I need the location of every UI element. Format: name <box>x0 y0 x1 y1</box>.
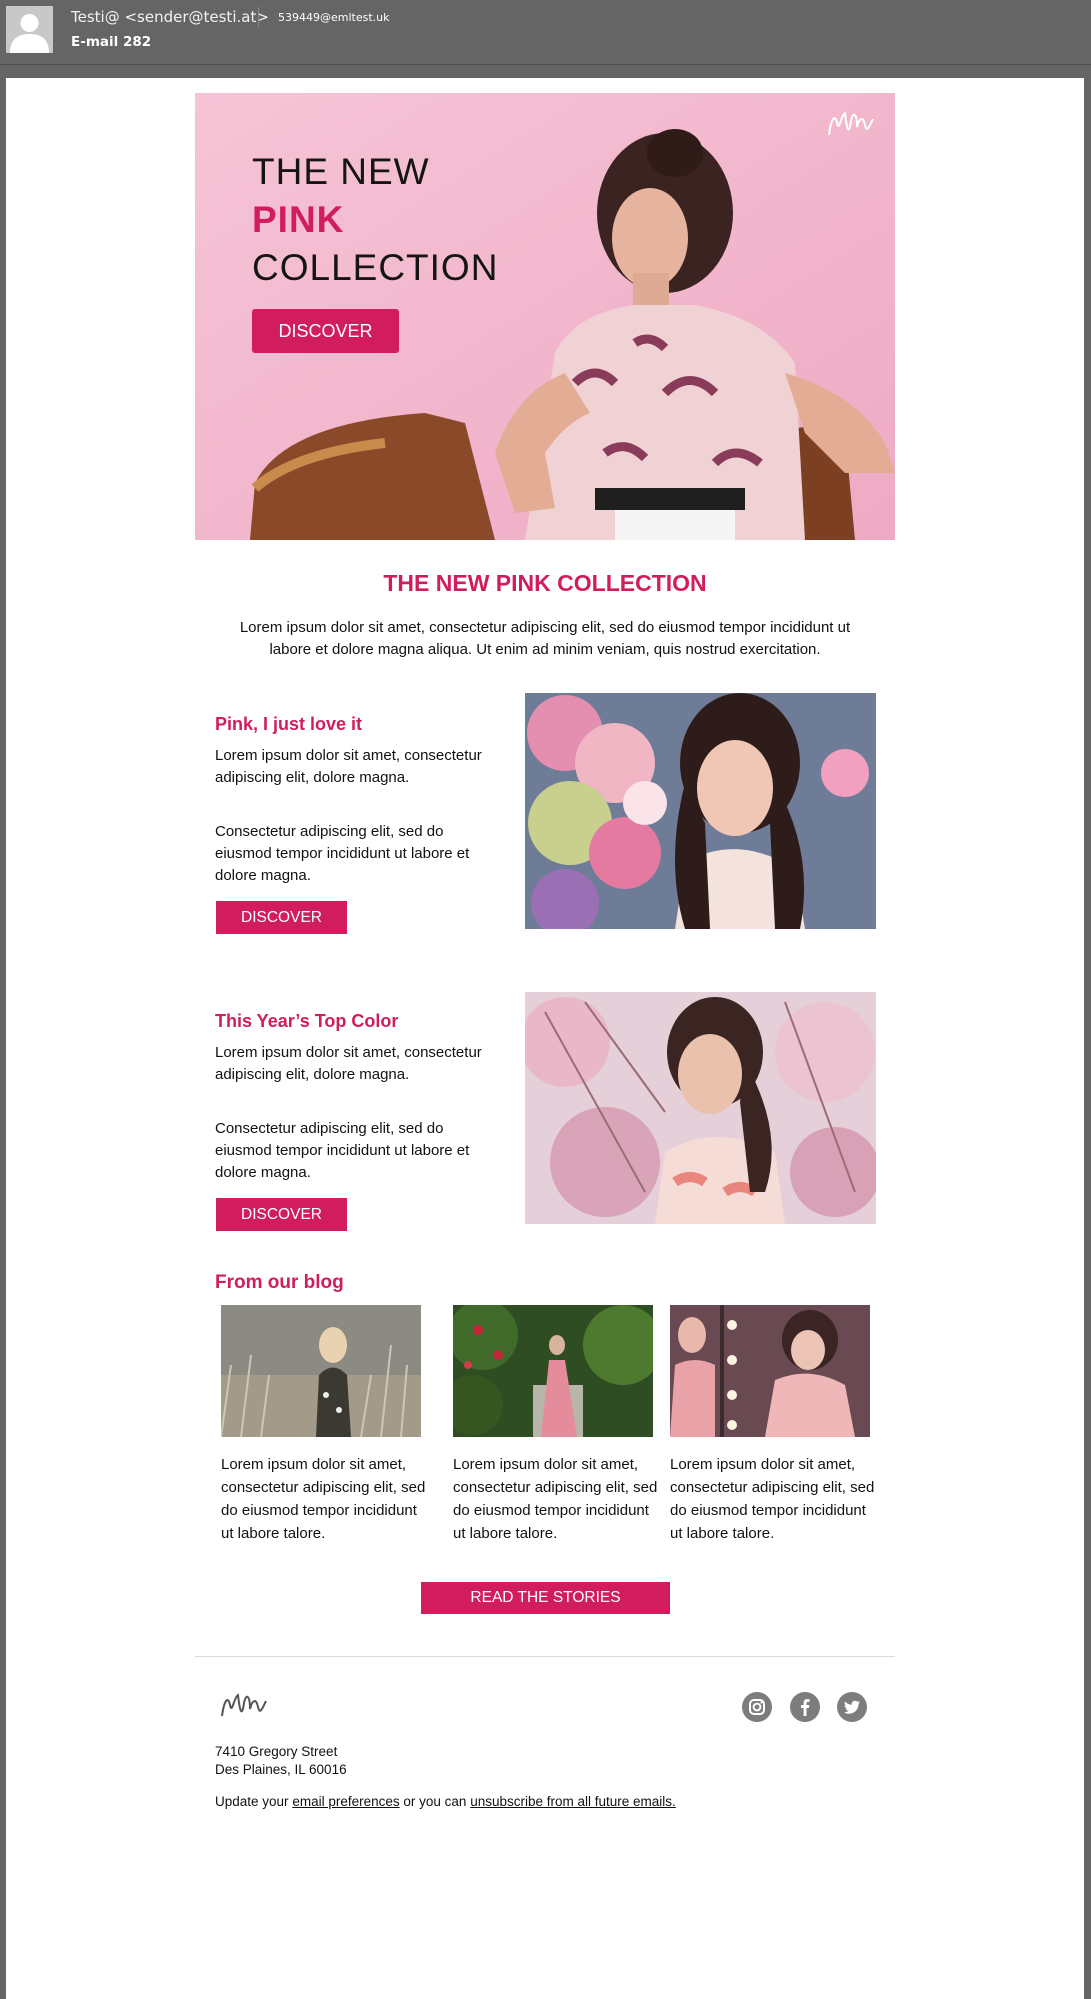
blog-post-text: Lorem ipsum dolor sit amet, consectetur … <box>221 1456 426 1542</box>
blog-title: From our blog <box>215 1272 344 1293</box>
section-title: THE NEW PINK COLLECTION <box>383 570 707 596</box>
feature-title: This Year’s Top Color <box>215 1011 399 1031</box>
header-separator <box>0 64 1091 65</box>
feature-discover-button[interactable]: DISCOVER <box>216 901 347 934</box>
feature-discover-button[interactable]: DISCOVER <box>216 1198 347 1231</box>
footer-signature-logo <box>221 1693 267 1717</box>
header-divider <box>258 7 259 27</box>
instagram-icon[interactable] <box>742 1692 772 1722</box>
feature-photo <box>525 693 876 929</box>
message-header: Testi@ <sender@testi.at> 539449@emltest.… <box>0 0 1091 64</box>
footer-text: or you can <box>403 1794 467 1809</box>
feature-paragraph: Consectetur adipiscing elit, sed do eius… <box>215 823 470 884</box>
twitter-icon[interactable] <box>837 1692 867 1722</box>
read-stories-button[interactable]: READ THE STORIES <box>421 1582 670 1614</box>
footer-preferences-text: Update your email preferences or you can… <box>215 1794 676 1809</box>
brand-signature-logo <box>828 111 874 136</box>
intro-text: Lorem ipsum dolor sit amet, consectetur … <box>239 619 851 658</box>
email-subject: E-mail 282 <box>71 34 152 50</box>
address-line: 7410 Gregory Street <box>215 1744 338 1759</box>
facebook-icon[interactable] <box>790 1692 820 1722</box>
blog-photo <box>221 1305 421 1437</box>
feature-paragraph: Lorem ipsum dolor sit amet, consectetur … <box>215 747 482 786</box>
blog-post-text: Lorem ipsum dolor sit amet, consectetur … <box>453 1456 658 1542</box>
hero-headline-line1: THE NEW <box>252 151 430 192</box>
unsubscribe-link[interactable]: unsubscribe from all future emails. <box>470 1794 676 1809</box>
blog-post-text: Lorem ipsum dolor sit amet, consectetur … <box>670 1456 875 1542</box>
address-line: Des Plaines, IL 60016 <box>215 1762 347 1777</box>
recipient-address[interactable]: 539449@emltest.uk <box>278 11 390 24</box>
feature-photo <box>525 992 876 1224</box>
blog-photo <box>453 1305 653 1437</box>
hero-headline-line2: PINK <box>252 199 345 240</box>
feature-title: Pink, I just love it <box>215 714 363 734</box>
footer-text: Update your <box>215 1794 289 1809</box>
feature-paragraph: Consectetur adipiscing elit, sed do eius… <box>215 1120 470 1181</box>
footer-divider <box>195 1656 895 1657</box>
feature-paragraph: Lorem ipsum dolor sit amet, consectetur … <box>215 1044 482 1083</box>
email-preferences-link[interactable]: email preferences <box>292 1794 399 1809</box>
sender-address[interactable]: Testi@ <sender@testi.at> <box>71 8 269 26</box>
message-body: THE NEW PINK COLLECTION DISCOVER THE NEW… <box>6 78 1084 1999</box>
blog-photo <box>670 1305 870 1437</box>
hero-discover-button[interactable]: DISCOVER <box>252 309 399 353</box>
sender-avatar <box>6 6 53 53</box>
hero-banner: THE NEW PINK COLLECTION DISCOVER <box>195 93 895 540</box>
hero-headline-line3: COLLECTION <box>252 247 499 288</box>
